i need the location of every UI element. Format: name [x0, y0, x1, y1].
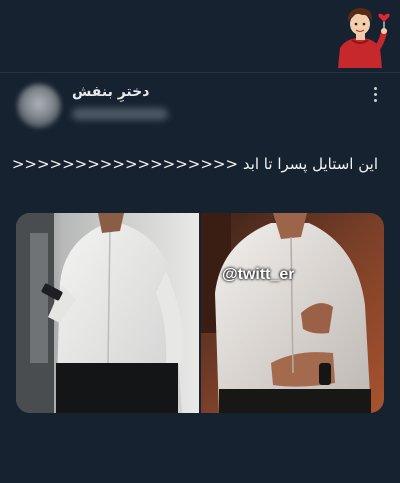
avatar[interactable]: [17, 84, 61, 128]
tweet-text: این استایل پسرا تا ابد <<<<<<<<<<<<<<<<<…: [11, 155, 378, 173]
watermark-text: @twitt_er: [222, 266, 295, 283]
author-name[interactable]: دخترِ بنفش: [72, 84, 172, 100]
more-vertical-icon[interactable]: [372, 87, 378, 105]
tweet-media[interactable]: [16, 213, 384, 413]
photo-right[interactable]: [201, 213, 384, 413]
top-bar: [0, 0, 400, 70]
cartoon-sticker: [338, 8, 390, 68]
header-divider: [0, 72, 400, 73]
photo-left[interactable]: [16, 213, 199, 413]
author-handle-blurred[interactable]: [72, 108, 168, 120]
